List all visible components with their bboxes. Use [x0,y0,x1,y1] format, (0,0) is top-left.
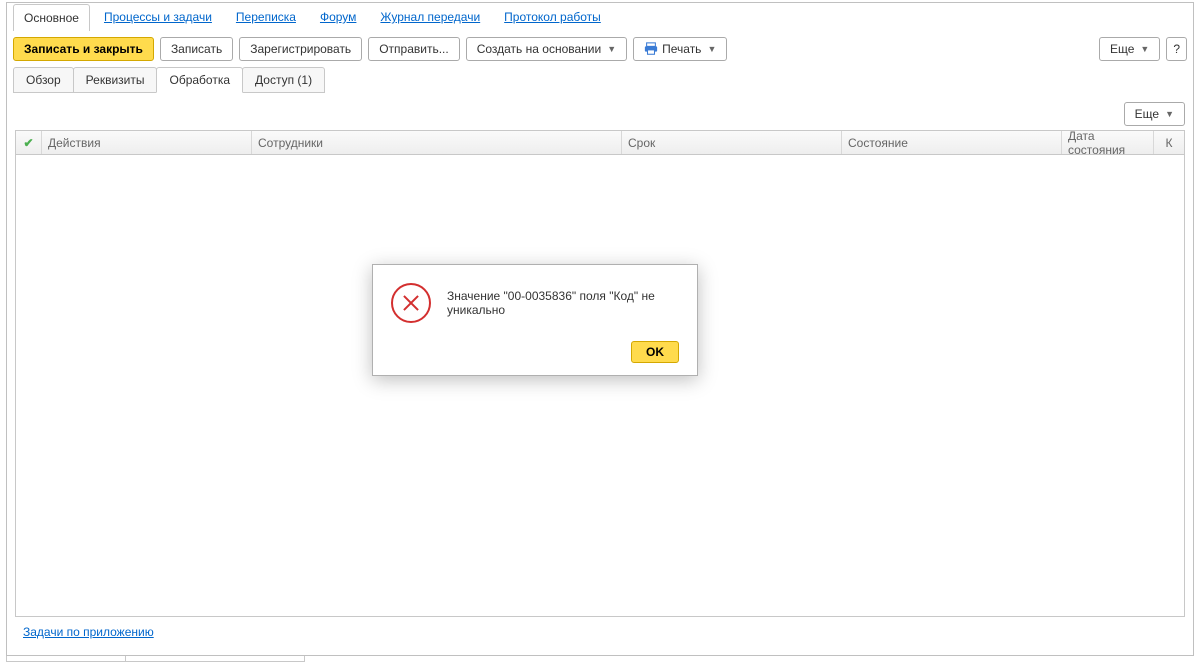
dropdown-caret-icon: ▼ [1165,107,1174,121]
grid-more-button[interactable]: Еще ▼ [1124,102,1185,126]
column-actions[interactable]: Действия [42,131,252,154]
footer: Задачи по приложению [15,617,1185,647]
grid-more-label: Еще [1135,107,1159,121]
main-toolbar: Записать и закрыть Записать Зарегистриро… [7,31,1193,67]
bottom-tab-bar [6,656,1194,664]
more-label: Еще [1110,42,1134,56]
top-nav: Основное Процессы и задачи Переписка Фор… [7,3,1193,31]
create-based-on-label: Создать на основании [477,42,602,56]
column-deadline[interactable]: Срок [622,131,842,154]
print-button[interactable]: Печать ▼ [633,37,727,61]
grid-body[interactable] [16,155,1184,616]
column-k[interactable]: К [1154,131,1184,154]
ok-button[interactable]: OK [631,341,679,363]
error-message: Значение "00-0035836" поля "Код" не уник… [447,289,679,317]
nav-tab-main[interactable]: Основное [13,4,90,31]
tasks-by-application-link[interactable]: Задачи по приложению [23,625,154,639]
nav-tab-transfer-log[interactable]: Журнал передачи [370,4,490,30]
nav-tab-processes[interactable]: Процессы и задачи [94,4,222,30]
column-state[interactable]: Состояние [842,131,1062,154]
sub-tabs: Обзор Реквизиты Обработка Доступ (1) [7,67,1193,94]
bottom-tab[interactable] [6,656,126,662]
dropdown-caret-icon: ▼ [607,42,616,56]
create-based-on-button[interactable]: Создать на основании ▼ [466,37,627,61]
save-and-close-button[interactable]: Записать и закрыть [13,37,154,61]
print-label: Печать [662,42,701,56]
subtab-requisites[interactable]: Реквизиты [73,67,158,93]
more-button[interactable]: Еще ▼ [1099,37,1160,61]
nav-tab-correspondence[interactable]: Переписка [226,4,306,30]
subtab-processing[interactable]: Обработка [156,67,243,93]
nav-tab-forum[interactable]: Форум [310,4,366,30]
help-button[interactable]: ? [1166,37,1187,61]
checkmark-icon: ✔ [23,136,33,150]
error-dialog: Значение "00-0035836" поля "Код" не уник… [372,264,698,376]
nav-tab-protocol[interactable]: Протокол работы [494,4,611,30]
save-button[interactable]: Записать [160,37,233,61]
column-state-date[interactable]: Дата состояния [1062,131,1154,154]
subtab-overview[interactable]: Обзор [13,67,74,93]
bottom-tab[interactable] [125,656,305,662]
printer-icon [644,42,658,56]
dropdown-caret-icon: ▼ [1140,42,1149,56]
subtab-access[interactable]: Доступ (1) [242,67,325,93]
grid-header: ✔ Действия Сотрудники Срок Состояние Дат… [16,131,1184,155]
error-icon [391,283,431,323]
send-button[interactable]: Отправить... [368,37,460,61]
column-employees[interactable]: Сотрудники [252,131,622,154]
dropdown-caret-icon: ▼ [707,42,716,56]
column-check[interactable]: ✔ [16,131,42,154]
register-button[interactable]: Зарегистрировать [239,37,362,61]
